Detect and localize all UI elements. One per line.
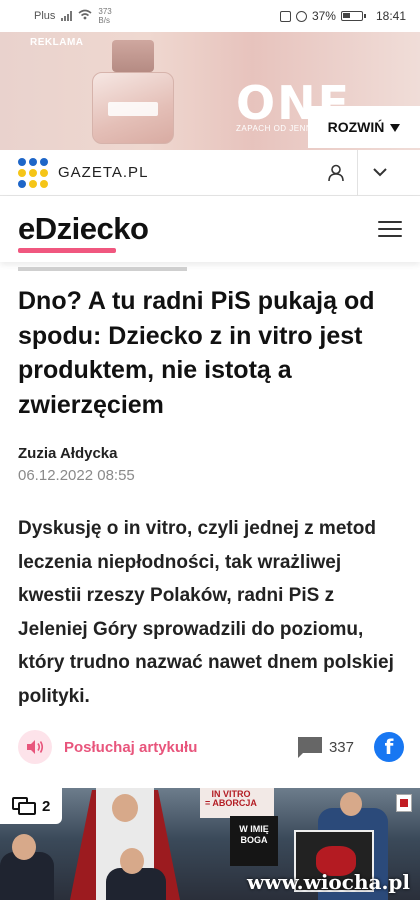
logo-dot (29, 179, 37, 188)
comment-icon (297, 737, 322, 758)
face-1 (112, 794, 138, 822)
section-header: eDziecko (0, 196, 420, 262)
comments-button[interactable]: 337 (297, 736, 354, 758)
portal-name[interactable]: GAZETA.PL (58, 164, 148, 181)
signal-icon (61, 11, 73, 21)
gazeta-logo-icon[interactable] (18, 157, 48, 188)
alarm-icon (295, 10, 307, 22)
facebook-share-label: f (384, 735, 394, 759)
portal-menu-button[interactable] (358, 150, 402, 196)
clock: 18:41 (375, 9, 406, 23)
logo-dot (40, 168, 48, 177)
article-title: Dno? A tu radni PiS pukają od spodu: Dzi… (18, 287, 375, 419)
chevron-down-icon (373, 168, 387, 177)
listen-button[interactable] (18, 730, 52, 764)
logo-dot (18, 168, 26, 177)
section-underline (18, 248, 116, 253)
carrier-label: Plus (34, 10, 56, 22)
section-name: eDziecko (18, 211, 149, 246)
facebook-share-icon[interactable]: f (374, 732, 404, 762)
reading-progress-fill (18, 267, 187, 271)
face-3 (120, 848, 144, 874)
banner-text: IN VITRO = ABORCJA (205, 789, 257, 808)
ad-expand-button[interactable]: ROZWIŃ (308, 106, 420, 148)
net-speed: 373 B/s (98, 7, 111, 25)
battery-percent: 37% (311, 9, 336, 23)
article-date: 06.12.2022 08:55 (18, 467, 135, 484)
wifi-icon (78, 9, 92, 23)
logo-dot (29, 168, 37, 177)
speaker-icon (27, 740, 44, 754)
face-4 (340, 792, 362, 816)
logo-dot (18, 179, 26, 188)
logo-dot (40, 179, 48, 188)
reading-progress-bar (18, 267, 402, 271)
article-author[interactable]: Zuzia Ałdycka (18, 445, 117, 462)
logo-dot (29, 157, 37, 166)
article-actions: Posłuchaj artykułu 337 f (18, 726, 404, 768)
comments-count: 337 (328, 738, 354, 756)
triangle-down-icon (390, 119, 401, 135)
logo-dot (18, 157, 26, 166)
nfc-icon (279, 10, 291, 22)
status-bar: Plus 373 B/s 37% 18:41 (0, 0, 420, 32)
crest-icon (396, 794, 412, 812)
protest-sign-black: W IMIĘ BOGA (230, 816, 278, 866)
face-2 (12, 834, 36, 860)
logo-dot (40, 157, 48, 166)
user-icon (327, 164, 344, 181)
watermark: www.wiocha.pl (247, 870, 410, 894)
perfume-cap-image (112, 40, 154, 72)
net-speed-unit: B/s (98, 16, 110, 25)
section-logo[interactable]: eDziecko (18, 211, 149, 253)
article-lead: Dyskusję o in vitro, czyli jednej z meto… (18, 518, 394, 707)
perfume-label-image (108, 102, 158, 116)
net-speed-value: 373 (98, 7, 112, 16)
user-account-button[interactable] (314, 149, 358, 196)
hamburger-menu-icon[interactable] (378, 221, 402, 237)
ad-expand-label: ROZWIŃ (327, 119, 385, 135)
gallery-counter[interactable]: 2 (0, 788, 62, 824)
ad-label: REKLAMA (30, 37, 84, 48)
listen-label[interactable]: Posłuchaj artykułu (64, 739, 197, 756)
gallery-icon (12, 797, 36, 815)
article-photo[interactable]: IN VITRO = ABORCJA W IMIĘ BOGA 2 www.wioch… (0, 788, 420, 900)
battery-icon (340, 11, 366, 21)
portal-header: GAZETA.PL (0, 149, 420, 196)
gallery-count: 2 (42, 797, 51, 815)
